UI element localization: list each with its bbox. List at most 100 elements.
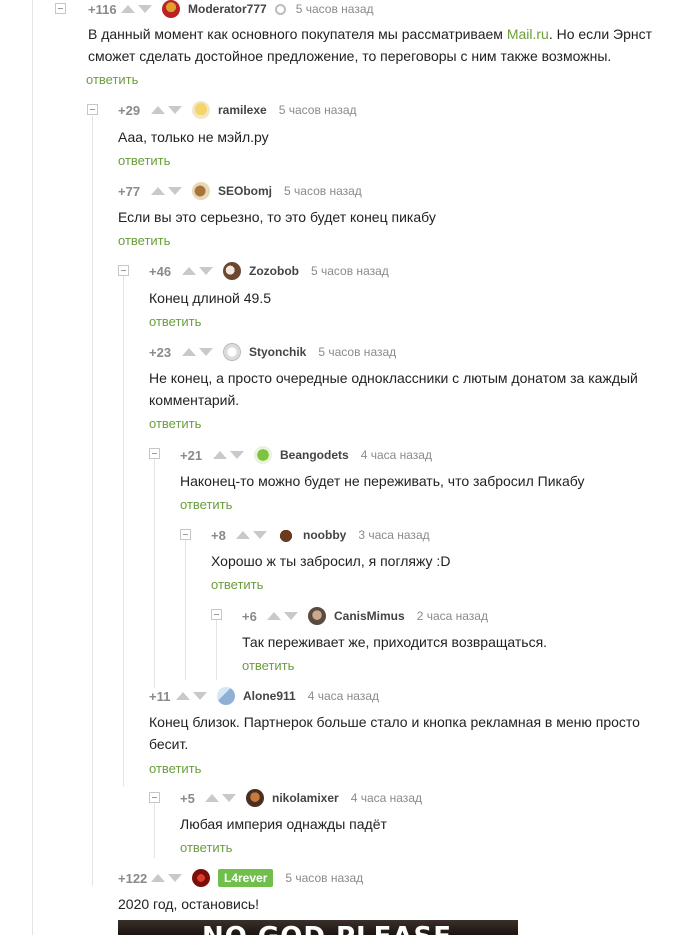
comment-text: Так переживает же, приходится возвращать… [242,634,548,650]
avatar[interactable] [308,607,326,625]
author-name[interactable]: CanisMimus [334,609,405,623]
reply-link[interactable]: ответить [86,72,138,87]
downvote-icon[interactable] [168,874,182,882]
downvote-icon[interactable] [168,187,182,195]
reply-link[interactable]: ответить [180,497,232,512]
thread-line [123,276,124,786]
comment-text: Конец близок. Партнерок больше стало и к… [149,714,640,752]
comment-rating: +5 [180,790,195,806]
author-name[interactable]: Zozobob [249,264,299,278]
avatar[interactable] [192,869,210,887]
thread-line [154,458,155,688]
avatar[interactable] [192,182,210,200]
author-name[interactable]: L4rever [218,869,274,887]
downvote-icon[interactable] [199,348,213,356]
upvote-icon[interactable] [182,267,196,275]
comment-time: 4 часа назад [360,448,432,462]
reply-link[interactable]: ответить [118,233,170,248]
comment-time: 2 часа назад [416,609,488,623]
author-name[interactable]: nikolamixer [272,791,339,805]
collapse-toggle[interactable] [118,265,129,276]
thread-line [216,620,217,680]
avatar[interactable] [254,446,272,464]
meme-image[interactable]: NO GOD PLEASE [118,920,518,935]
comment-rating: +46 [149,263,172,279]
comment-text: Если вы это серьезно, то это будет конец… [118,209,436,225]
upvote-icon[interactable] [176,692,190,700]
comment-rating: +21 [180,447,203,463]
upvote-icon[interactable] [182,348,196,356]
upvote-icon[interactable] [267,612,281,620]
comment: +21 Beangodets 4 часа назад Наконец-то м… [180,446,700,516]
comment-header: +11 Alone911 4 часа назад [149,687,379,705]
avatar[interactable] [246,789,264,807]
downvote-icon[interactable] [193,692,207,700]
author-name[interactable]: SEObomj [218,184,272,198]
reply-link[interactable]: ответить [242,658,294,673]
downvote-icon[interactable] [253,531,267,539]
comment-header: +77 SEObomj 5 часов назад [118,182,362,200]
downvote-icon[interactable] [230,451,244,459]
comment-header: +116 Moderator777 5 часов назад [88,0,374,18]
downvote-icon[interactable] [284,612,298,620]
comment: +29 ramilexe 5 часов назад Ааа, только н… [118,101,700,171]
comment: +6 CanisMimus 2 часа назад Так переживае… [242,607,700,677]
author-name[interactable]: Moderator777 [188,2,267,16]
avatar[interactable] [223,262,241,280]
comment-text: Не конец, а просто очередные одноклассни… [149,370,638,408]
collapse-toggle[interactable] [211,609,222,620]
upvote-icon[interactable] [236,531,250,539]
comment-time: 4 часа назад [307,689,379,703]
author-name[interactable]: noobby [303,528,346,542]
avatar[interactable] [223,343,241,361]
downvote-icon[interactable] [138,5,152,13]
avatar[interactable] [277,526,295,544]
comment-header: +46 Zozobob 5 часов назад [149,262,389,280]
collapse-toggle[interactable] [87,104,98,115]
author-name[interactable]: Styonchik [249,345,306,359]
reply-link[interactable]: ответить [180,840,232,855]
comment-rating: +122 [118,870,148,886]
comment-rating: +116 [88,1,117,17]
comment-text-part: В данный момент как основного покупателя… [88,26,507,42]
collapse-toggle[interactable] [180,529,191,540]
reply-link[interactable]: ответить [118,153,170,168]
upvote-icon[interactable] [151,874,165,882]
comment-rating: +6 [242,608,257,624]
avatar[interactable] [217,687,235,705]
avatar[interactable] [192,101,210,119]
comment-time: 5 часов назад [285,871,364,885]
reply-link[interactable]: ответить [149,314,201,329]
comment-rating: +29 [118,102,141,118]
upvote-icon[interactable] [151,106,165,114]
upvote-icon[interactable] [205,794,219,802]
reply-link[interactable]: ответить [149,761,201,776]
collapse-toggle[interactable] [55,3,66,14]
comment-rating: +8 [211,527,226,543]
author-name[interactable]: Alone911 [243,689,296,703]
mailru-link[interactable]: Mail.ru [507,26,549,42]
thread-line [154,798,155,858]
avatar[interactable] [162,0,180,18]
upvote-icon[interactable] [151,187,165,195]
downvote-icon[interactable] [222,794,236,802]
clock-icon [274,3,286,15]
comment-text: Наконец-то можно будет не переживать, чт… [180,473,585,489]
reply-link[interactable]: ответить [149,416,201,431]
collapse-toggle[interactable] [149,448,160,459]
meme-caption: NO GOD PLEASE [202,922,452,935]
reply-link[interactable]: ответить [211,577,263,592]
author-name[interactable]: Beangodets [280,448,349,462]
upvote-icon[interactable] [121,5,135,13]
downvote-icon[interactable] [168,106,182,114]
comment-time: 5 часов назад [318,345,397,359]
author-name[interactable]: ramilexe [218,103,267,117]
downvote-icon[interactable] [199,267,213,275]
upvote-icon[interactable] [213,451,227,459]
comment-text: Хорошо ж ты забросил, я погляжу :D [211,553,451,569]
comment-header: +21 Beangodets 4 часа назад [180,446,432,464]
comment: +46 Zozobob 5 часов назад Конец длиной 4… [149,262,700,332]
collapse-toggle[interactable] [149,792,160,803]
comment-time: 5 часов назад [295,2,374,16]
comment-header: +5 nikolamixer 4 часа назад [180,789,422,807]
